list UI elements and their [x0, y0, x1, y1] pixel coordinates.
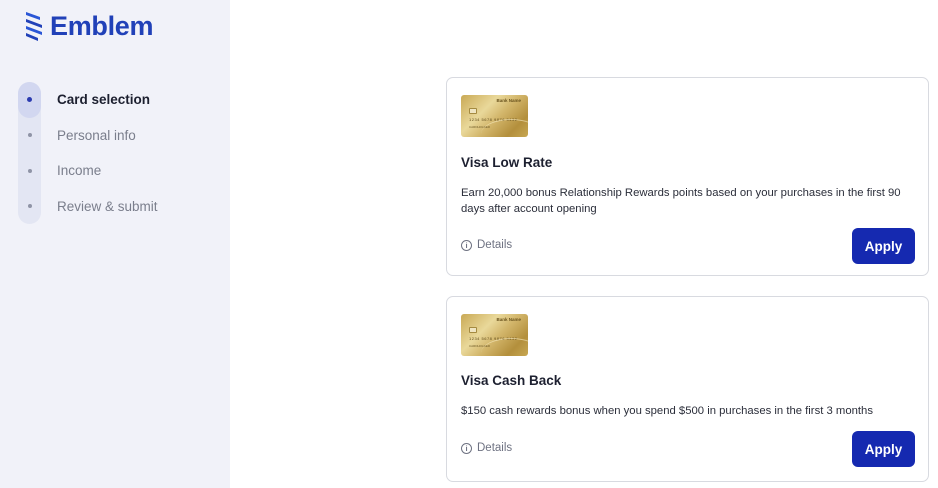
step-review-submit[interactable]: Review & submit: [18, 189, 230, 225]
step-indicator: [18, 81, 41, 118]
step-indicator: [18, 118, 41, 154]
card-description: $150 cash rewards bonus when you spend $…: [461, 405, 873, 417]
credit-card-image: Bank Name 1234 5678 9876 5432 CARDHOLDER: [461, 314, 528, 356]
step-indicator: [18, 153, 41, 189]
step-personal-info[interactable]: Personal info: [18, 118, 230, 154]
card-title: Visa Low Rate: [461, 155, 553, 170]
brand-logo[interactable]: Emblem: [24, 10, 154, 42]
step-dot: [27, 97, 32, 103]
details-label: Details: [477, 239, 513, 251]
step-dot: [27, 168, 32, 173]
brand-name: Emblem: [50, 11, 154, 41]
card-offer-visa-cash-back: Bank Name 1234 5678 9876 5432 CARDHOLDER…: [446, 296, 929, 482]
credit-card-image: Bank Name 1234 5678 9876 5432 CARDHOLDER: [461, 95, 528, 137]
apply-button[interactable]: Apply: [852, 228, 915, 264]
card-bank-name: Bank Name: [496, 98, 521, 103]
card-chip-icon: [469, 327, 477, 333]
details-label: Details: [477, 442, 513, 454]
card-description: Earn 20,000 bonus Relationship Rewards p…: [461, 187, 901, 215]
step-label: Income: [57, 163, 102, 179]
step-dot: [27, 204, 32, 209]
step-dot: [27, 133, 32, 138]
sidebar: Emblem Card selection Personal info Inco…: [0, 0, 230, 488]
step-indicator: [18, 189, 41, 225]
card-bank-name: Bank Name: [496, 317, 521, 322]
progress-steps: Card selection Personal info Income Revi…: [18, 81, 230, 225]
apply-button[interactable]: Apply: [852, 431, 915, 467]
card-offer-visa-low-rate: Bank Name 1234 5678 9876 5432 CARDHOLDER…: [446, 77, 929, 276]
emblem-logo-icon: [26, 12, 42, 41]
step-label: Review & submit: [57, 198, 158, 214]
details-link[interactable]: i Details: [461, 239, 512, 251]
card-chip-icon: [469, 108, 477, 114]
step-income[interactable]: Income: [18, 153, 230, 189]
card-title: Visa Cash Back: [461, 373, 562, 388]
info-icon: i: [461, 442, 472, 454]
step-card-selection[interactable]: Card selection: [18, 81, 230, 118]
step-label: Personal info: [57, 127, 136, 143]
step-label: Card selection: [57, 92, 151, 108]
details-link[interactable]: i Details: [461, 442, 512, 454]
info-icon: i: [461, 239, 472, 251]
